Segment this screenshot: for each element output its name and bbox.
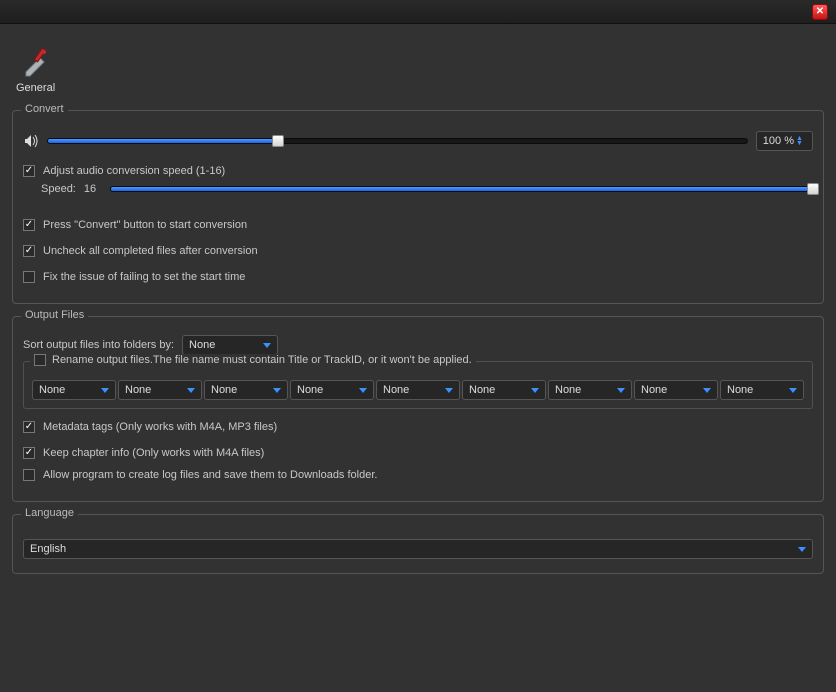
chapter-label: Keep chapter info (Only works with M4A f…: [43, 447, 264, 459]
language-legend: Language: [21, 507, 78, 519]
rename-subsection: Rename output files.The file name must c…: [23, 361, 813, 409]
speed-slider[interactable]: [110, 184, 813, 194]
chevron-down-icon: [101, 388, 109, 393]
name-part-dropdown-3[interactable]: None: [290, 380, 374, 400]
metadata-label: Metadata tags (Only works with M4A, MP3 …: [43, 421, 277, 433]
sort-value: None: [189, 339, 215, 351]
name-part-value: None: [555, 384, 581, 396]
convert-legend: Convert: [21, 103, 68, 115]
name-part-value: None: [211, 384, 237, 396]
fix-start-label: Fix the issue of failing to set the star…: [43, 271, 245, 283]
name-part-value: None: [469, 384, 495, 396]
chevron-down-icon: [445, 388, 453, 393]
name-part-value: None: [641, 384, 667, 396]
name-part-value: None: [727, 384, 753, 396]
sort-dropdown[interactable]: None: [182, 335, 278, 355]
log-label: Allow program to create log files and sa…: [43, 469, 377, 481]
chevron-down-icon: [359, 388, 367, 393]
chevron-down-icon: [273, 388, 281, 393]
adjust-speed-label: Adjust audio conversion speed (1-16): [43, 165, 225, 177]
name-part-dropdown-1[interactable]: None: [118, 380, 202, 400]
metadata-row: Metadata tags (Only works with M4A, MP3 …: [23, 421, 813, 433]
speed-label: Speed:: [41, 183, 76, 195]
name-part-dropdown-5[interactable]: None: [462, 380, 546, 400]
name-part-dropdown-8[interactable]: None: [720, 380, 804, 400]
name-part-dropdown-2[interactable]: None: [204, 380, 288, 400]
chevron-down-icon: [187, 388, 195, 393]
speed-value: 16: [84, 183, 102, 195]
convert-section: Convert 100 % ▲ ▼: [12, 110, 824, 304]
adjust-speed-row: Adjust audio conversion speed (1-16): [23, 165, 813, 177]
tab-header: General: [12, 32, 824, 98]
uncheck-completed-label: Uncheck all completed files after conver…: [43, 245, 258, 257]
press-convert-label: Press "Convert" button to start conversi…: [43, 219, 247, 231]
tab-general-label: General: [16, 82, 55, 94]
chevron-down-icon: [789, 388, 797, 393]
uncheck-completed-checkbox[interactable]: [23, 245, 35, 257]
volume-value: 100 %: [763, 135, 794, 147]
chapter-row: Keep chapter info (Only works with M4A f…: [23, 447, 813, 459]
name-part-value: None: [125, 384, 151, 396]
name-part-value: None: [39, 384, 65, 396]
rename-legend-row: Rename output files.The file name must c…: [30, 354, 476, 366]
close-button[interactable]: ✕: [812, 4, 828, 20]
volume-down-icon[interactable]: ▼: [796, 141, 806, 146]
fix-start-row: Fix the issue of failing to set the star…: [23, 271, 813, 283]
name-part-value: None: [383, 384, 409, 396]
log-checkbox[interactable]: [23, 469, 35, 481]
tab-general[interactable]: General: [16, 46, 55, 94]
press-convert-row: Press "Convert" button to start conversi…: [23, 219, 813, 231]
rename-checkbox[interactable]: [34, 354, 46, 366]
chevron-down-icon: [703, 388, 711, 393]
name-part-dropdown-4[interactable]: None: [376, 380, 460, 400]
name-part-dropdown-0[interactable]: None: [32, 380, 116, 400]
volume-slider-thumb[interactable]: [272, 135, 284, 147]
log-row: Allow program to create log files and sa…: [23, 469, 813, 481]
name-part-dropdown-6[interactable]: None: [548, 380, 632, 400]
chevron-down-icon: [798, 547, 806, 552]
output-legend: Output Files: [21, 309, 88, 321]
volume-stepper[interactable]: ▲ ▼: [796, 136, 806, 146]
name-part-dropdown-7[interactable]: None: [634, 380, 718, 400]
chevron-down-icon: [617, 388, 625, 393]
close-icon: ✕: [816, 6, 824, 17]
tools-icon: [20, 46, 52, 78]
chevron-down-icon: [531, 388, 539, 393]
name-part-value: None: [297, 384, 323, 396]
volume-row: 100 % ▲ ▼: [23, 131, 813, 151]
volume-slider[interactable]: [47, 136, 748, 146]
sort-label: Sort output files into folders by:: [23, 339, 174, 351]
volume-value-box[interactable]: 100 % ▲ ▼: [756, 131, 813, 151]
content: General Convert 100 % ▲ ▼: [0, 24, 836, 594]
speed-row: Speed: 16: [41, 183, 813, 195]
adjust-speed-checkbox[interactable]: [23, 165, 35, 177]
press-convert-checkbox[interactable]: [23, 219, 35, 231]
chapter-checkbox[interactable]: [23, 447, 35, 459]
language-value: English: [30, 543, 66, 555]
language-dropdown[interactable]: English: [23, 539, 813, 559]
output-section: Output Files Sort output files into fold…: [12, 316, 824, 502]
titlebar: ✕: [0, 0, 836, 24]
fix-start-checkbox[interactable]: [23, 271, 35, 283]
chevron-down-icon: [263, 343, 271, 348]
uncheck-completed-row: Uncheck all completed files after conver…: [23, 245, 813, 257]
name-parts-row: None None None None None None None None None: [32, 380, 804, 400]
sort-row: Sort output files into folders by: None: [23, 335, 813, 355]
volume-icon: [23, 133, 39, 149]
rename-label: Rename output files.The file name must c…: [52, 354, 472, 366]
language-section: Language English: [12, 514, 824, 574]
metadata-checkbox[interactable]: [23, 421, 35, 433]
speed-slider-thumb[interactable]: [807, 183, 819, 195]
